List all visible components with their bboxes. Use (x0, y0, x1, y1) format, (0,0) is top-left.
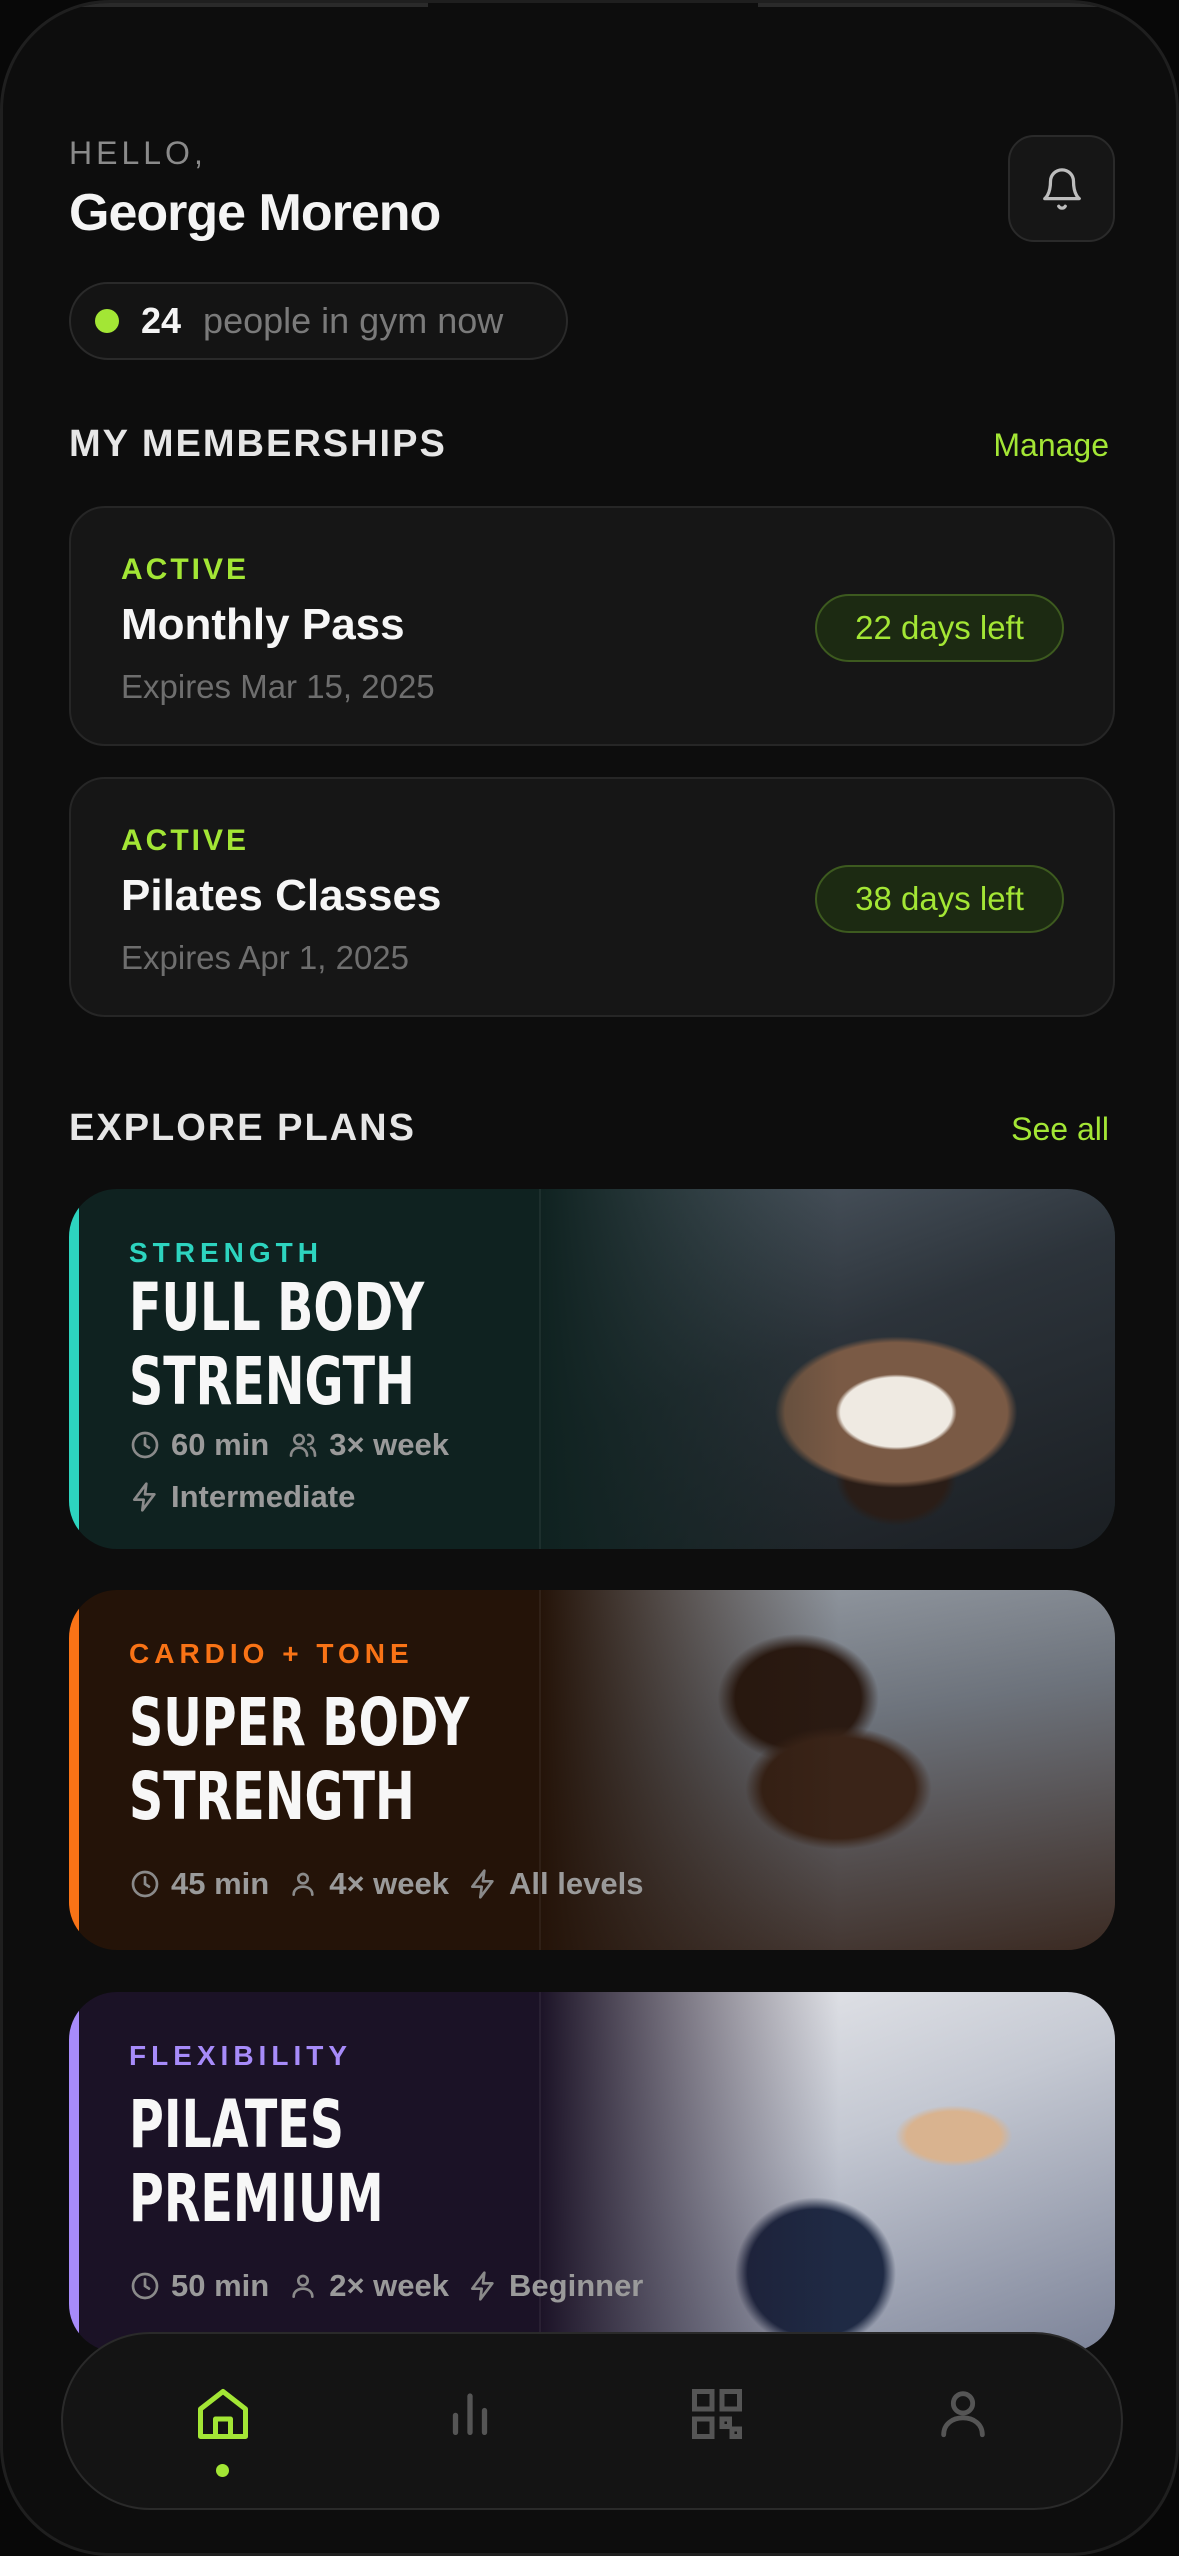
membership-expiry: Expires Apr 1, 2025 (121, 939, 410, 976)
gym-occupancy-badge: 24 people in gym now (69, 282, 568, 360)
days-left-badge: 38 days left (815, 865, 1064, 933)
membership-status: ACTIVE (121, 824, 250, 857)
active-indicator-dot (216, 2464, 229, 2477)
plan-meta-row: 60 min 3× week (129, 1427, 467, 1463)
nav-home[interactable] (173, 2384, 273, 2484)
gym-count-label: people in gym now (203, 300, 504, 341)
bezel-edge (758, 3, 1176, 7)
bolt-icon (133, 1482, 156, 1512)
bolt-icon (471, 1869, 494, 1899)
plan-title-line: SUPER BODY (129, 1684, 470, 1761)
nav-scan[interactable] (667, 2384, 767, 2484)
bottom-nav (61, 2332, 1123, 2510)
plan-level: Beginner (509, 2268, 644, 2303)
days-left-badge: 22 days left (815, 594, 1064, 662)
plan-accent-bar (69, 1590, 79, 1950)
gym-count: 24 (141, 300, 182, 341)
plan-title-line: STRENGTH (129, 1758, 415, 1835)
nav-stats[interactable] (420, 2384, 520, 2484)
home-icon (198, 2389, 248, 2439)
plan-level: Intermediate (171, 1479, 356, 1514)
plan-category: STRENGTH (129, 1237, 323, 1268)
plan-meta-row: 45 min 4× week All levels (129, 1866, 661, 1902)
plan-meta-row: Intermediate (129, 1479, 373, 1515)
plan-frequency: 2× week (329, 2268, 450, 2303)
plan-card[interactable]: CARDIO + TONE SUPER BODY STRENGTH 45 min… (69, 1590, 1115, 1950)
plan-category: FLEXIBILITY (129, 2040, 352, 2071)
membership-name: Monthly Pass (121, 600, 405, 649)
user-name: George Moreno (69, 184, 441, 242)
qr-icon (692, 2389, 742, 2439)
plan-title-line: STRENGTH (129, 1343, 415, 1420)
bolt-icon (471, 2271, 494, 2301)
plan-title-line: FULL BODY (129, 1269, 425, 1346)
user-icon (292, 2274, 314, 2298)
plan-frequency: 4× week (329, 1866, 450, 1901)
plan-duration: 60 min (171, 1427, 270, 1462)
plan-title-line: PILATES (129, 2086, 344, 2163)
see-all-link[interactable]: See all (1011, 1111, 1109, 1148)
clock-icon (131, 1431, 159, 1459)
clock-icon (131, 2272, 159, 2300)
membership-expiry: Expires Mar 15, 2025 (121, 668, 435, 705)
plan-card[interactable]: FLEXIBILITY PILATES PREMIUM 50 min 2× we… (69, 1992, 1115, 2352)
membership-card[interactable]: ACTIVE Monthly Pass Expires Mar 15, 2025… (69, 506, 1115, 746)
membership-status: ACTIVE (121, 553, 250, 586)
manage-link[interactable]: Manage (993, 427, 1109, 464)
nav-profile[interactable] (913, 2384, 1013, 2484)
plan-level: All levels (509, 1866, 644, 1901)
plan-title: PILATES PREMIUM (129, 2088, 561, 2236)
profile-icon (941, 2391, 985, 2438)
live-indicator-dot (95, 309, 119, 333)
notifications-button[interactable] (1008, 135, 1115, 242)
membership-card[interactable]: ACTIVE Pilates Classes Expires Apr 1, 20… (69, 777, 1115, 1017)
plan-duration: 45 min (171, 1866, 270, 1901)
plan-title: FULL BODY STRENGTH (129, 1271, 561, 1419)
plan-frequency: 3× week (329, 1427, 450, 1462)
plan-accent-bar (69, 1189, 79, 1549)
plan-title: SUPER BODY STRENGTH (129, 1686, 561, 1834)
bell-icon (1042, 167, 1081, 210)
memberships-heading: MY MEMBERSHIPS (69, 423, 447, 465)
plan-title-line: PREMIUM (129, 2160, 384, 2237)
plan-meta-row: 50 min 2× week Beginner (129, 2268, 661, 2304)
membership-name: Pilates Classes (121, 871, 442, 920)
plan-card[interactable]: STRENGTH FULL BODY STRENGTH 60 min 3× we… (69, 1189, 1115, 1549)
bezel-edge (3, 3, 428, 7)
plan-duration: 50 min (171, 2268, 270, 2303)
user-icon (292, 1872, 314, 1896)
stats-icon (452, 2393, 488, 2435)
users-icon (289, 1433, 317, 1457)
photo-fade (539, 1189, 839, 1549)
plan-category: CARDIO + TONE (129, 1638, 414, 1669)
plan-accent-bar (69, 1992, 79, 2352)
clock-icon (131, 1870, 159, 1898)
greeting-label: HELLO, (69, 135, 207, 171)
app-screen: HELLO, George Moreno 24 people in gym no… (0, 0, 1179, 2556)
plans-heading: EXPLORE PLANS (69, 1107, 416, 1149)
